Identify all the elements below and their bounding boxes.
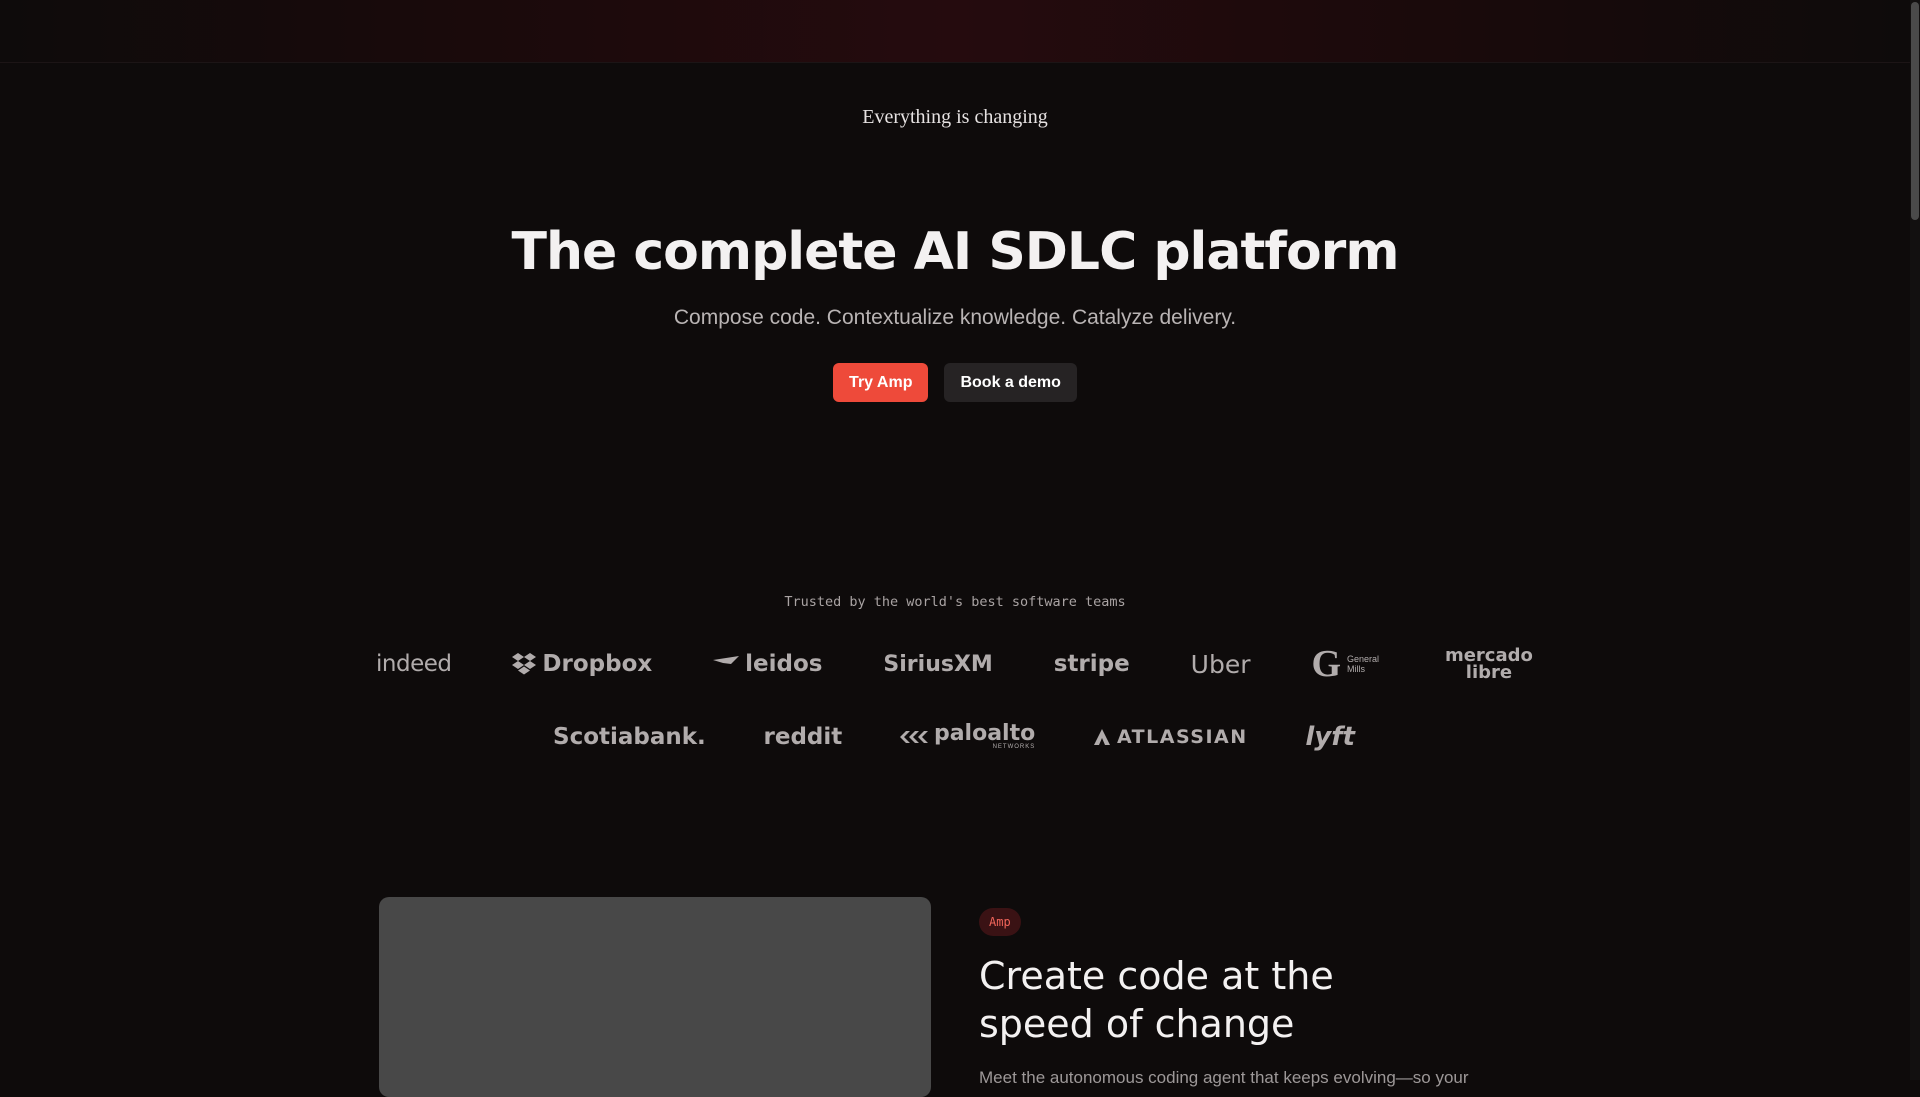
- stripe-logo: stripe: [1053, 651, 1130, 677]
- feature-title: Create code at the speed of change: [979, 954, 1334, 1046]
- general-mills-logo: G General Mills: [1311, 643, 1380, 685]
- logo-row-1: indeed Dropbox leidos SiriusXM stripe Ub…: [376, 642, 1534, 686]
- feature-tag: Amp: [979, 908, 1021, 936]
- try-amp-button[interactable]: Try Amp: [833, 363, 929, 402]
- leidos-logo: leidos: [713, 651, 822, 677]
- atlassian-icon: [1093, 729, 1110, 745]
- scotiabank-logo: Scotiabank.: [553, 724, 706, 750]
- feature-body: Meet the autonomous coding agent that ke…: [979, 1068, 1469, 1087]
- scrollbar-thumb[interactable]: [1911, 2, 1919, 220]
- paloalto-logo: paloalto NETWORKS: [899, 723, 1035, 750]
- logo-row-2: Scotiabank. reddit paloalto NETWORKS ATL…: [553, 715, 1355, 759]
- hero-title: The complete AI SDLC platform: [511, 222, 1399, 282]
- mercado-libre-logo: mercado libre: [1444, 645, 1533, 683]
- dropbox-icon: [512, 653, 537, 675]
- hero-eyebrow: Everything is changing: [862, 106, 1048, 128]
- siriusxm-logo: SiriusXM: [883, 651, 993, 677]
- book-demo-button[interactable]: Book a demo: [944, 363, 1077, 402]
- feature-video-placeholder[interactable]: [379, 897, 931, 1097]
- uber-logo: Uber: [1190, 649, 1251, 679]
- page-scrollbar[interactable]: [1910, 0, 1920, 1080]
- leidos-icon: [713, 656, 740, 664]
- paloalto-icon: [899, 731, 928, 743]
- trusted-heading: Trusted by the world's best software tea…: [784, 594, 1126, 610]
- dropbox-logo: Dropbox: [512, 651, 652, 677]
- hero-subtitle: Compose code. Contextualize knowledge. C…: [673, 306, 1237, 329]
- indeed-logo: indeed: [376, 651, 452, 677]
- atlassian-logo: ATLASSIAN: [1093, 726, 1248, 748]
- hero-cta-row: Try Amp Book a demo: [0, 363, 1910, 402]
- reddit-logo: reddit: [763, 724, 843, 750]
- top-nav-bar: [0, 0, 1910, 63]
- lyft-logo: lyft: [1305, 722, 1355, 752]
